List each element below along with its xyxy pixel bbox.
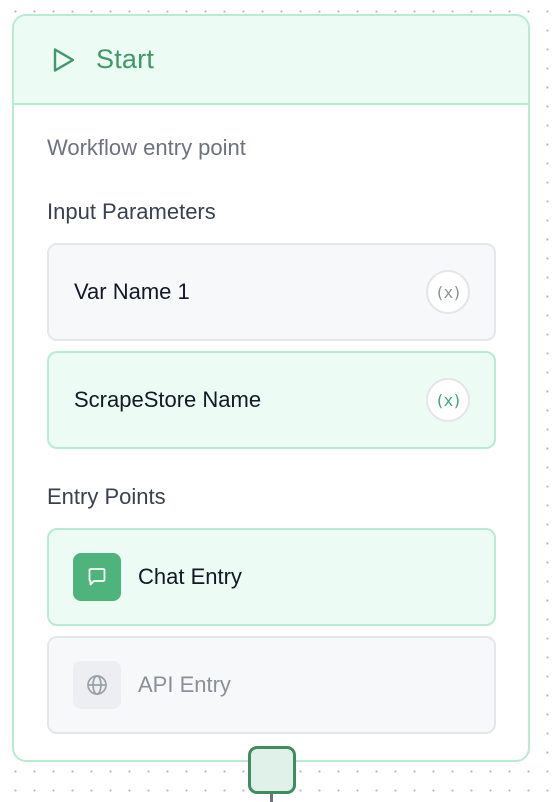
connector-line [270,794,273,802]
start-node[interactable]: Start Workflow entry point Input Paramet… [12,14,530,762]
entry-points-heading: Entry Points [47,484,166,509]
node-description: Workflow entry point [47,135,246,160]
variable-icon[interactable]: (x) [426,270,470,314]
play-icon [52,47,76,73]
parameter-label: ScrapeStore Name [74,387,262,412]
node-header: Start [14,16,528,105]
entry-item-chat[interactable]: Chat Entry [47,528,496,626]
entry-item-api[interactable]: API Entry [47,636,496,734]
node-title: Start [96,44,155,74]
parameter-label: Var Name 1 [74,279,190,304]
entry-label: API Entry [138,672,231,697]
globe-icon [73,661,121,709]
output-handle[interactable] [248,746,296,794]
entry-label: Chat Entry [138,564,242,589]
node-body: Workflow entry point Input Parameters Va… [14,134,528,734]
variable-icon[interactable]: (x) [426,378,470,422]
parameter-item-var-name-1[interactable]: Var Name 1 (x) [47,243,496,341]
parameter-item-scrapestore-name[interactable]: ScrapeStore Name (x) [47,351,496,449]
input-parameters-heading: Input Parameters [47,199,216,224]
chat-icon [73,553,121,601]
